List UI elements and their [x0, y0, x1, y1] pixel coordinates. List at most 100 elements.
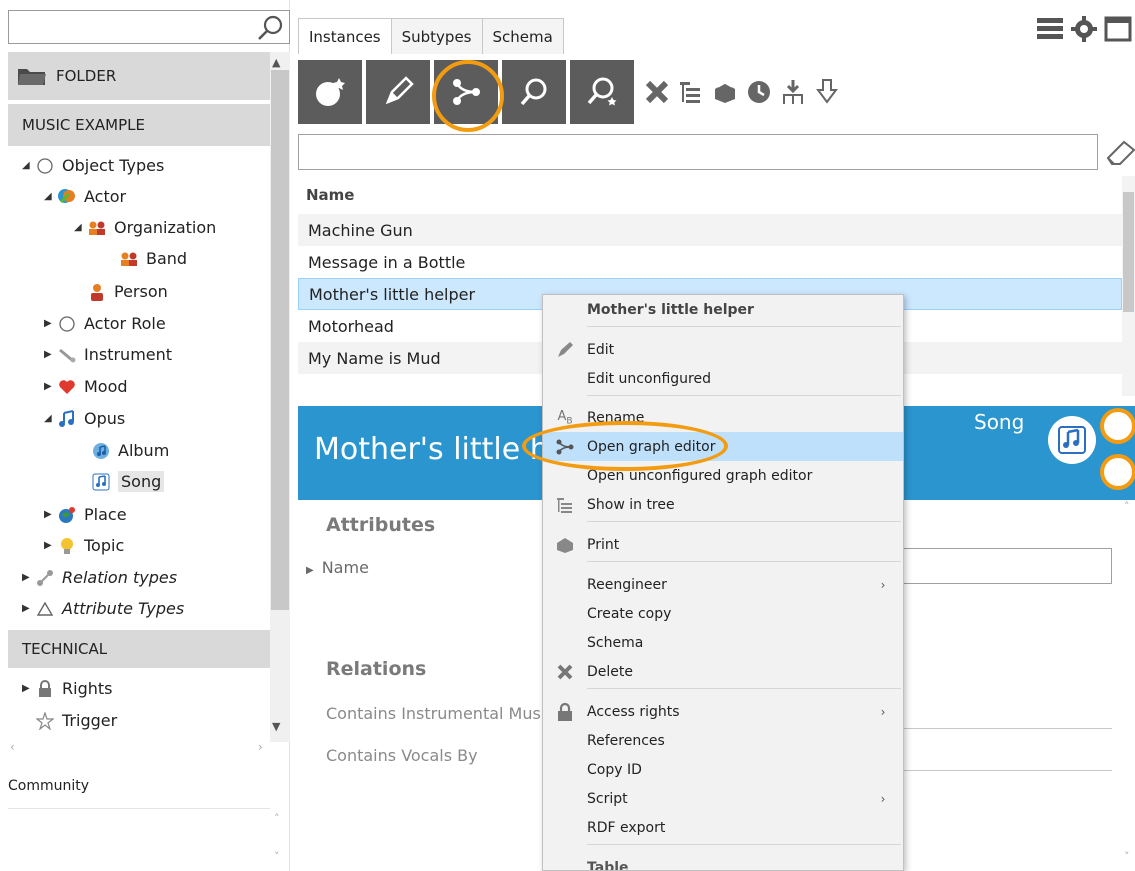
menu-item-references[interactable]: References	[543, 726, 903, 755]
search-icon[interactable]	[254, 14, 286, 42]
collapse-arrow-icon[interactable]: ▶	[22, 603, 34, 614]
tree-item-mood[interactable]: ▶ Mood	[44, 371, 128, 402]
collapse-arrow-icon[interactable]: ▶	[44, 540, 56, 551]
tree-horizontal-scrollbar[interactable]: ‹ ›	[8, 740, 270, 758]
menu-item-reengineer[interactable]: Reengineer ›	[543, 570, 903, 599]
highlight-ring-bottom[interactable]	[1100, 454, 1135, 490]
tab-instances[interactable]: Instances	[298, 18, 392, 54]
collapse-arrow-icon[interactable]: ▶	[44, 318, 56, 329]
menu-item-table[interactable]: Table	[543, 853, 903, 871]
menu-item-rdf-export[interactable]: RDF export	[543, 813, 903, 842]
scroll-up-icon[interactable]: ˄	[274, 812, 280, 825]
tree-item-trigger[interactable]: Trigger	[34, 705, 117, 736]
object-type-label: Song	[974, 410, 1025, 434]
extended-search-button[interactable]	[570, 60, 634, 124]
history-toolbar-button[interactable]	[744, 72, 774, 112]
menu-separator	[587, 521, 901, 522]
folder-section-header[interactable]: FOLDER	[8, 52, 270, 100]
expand-arrow-icon[interactable]: ◢	[44, 413, 56, 424]
tree-item-instrument[interactable]: ▶ Instrument	[44, 339, 172, 370]
collapse-arrow-icon[interactable]: ▶	[44, 509, 56, 520]
highlight-ring-top[interactable]	[1100, 408, 1135, 444]
expand-arrow-icon[interactable]: ◢	[44, 191, 56, 202]
clock-icon	[748, 81, 770, 103]
menu-item-copy-id[interactable]: Copy ID	[543, 755, 903, 784]
print-icon	[715, 82, 735, 103]
scroll-up-icon[interactable]: ˄	[1124, 500, 1130, 513]
tree-item-attribute-types[interactable]: ▶ Attribute Types	[22, 593, 184, 624]
scroll-down-icon[interactable]: ˅	[274, 850, 280, 863]
download-arrow-icon	[816, 79, 838, 104]
tree-item-actor[interactable]: ◢ Actor	[44, 181, 126, 212]
tree-item-topic[interactable]: ▶ Topic	[44, 530, 124, 561]
search-button[interactable]	[502, 60, 566, 124]
menu-item-schema[interactable]: Schema	[543, 628, 903, 657]
print-toolbar-button[interactable]	[710, 72, 740, 112]
menu-item-delete[interactable]: Delete	[543, 657, 903, 686]
eraser-icon[interactable]	[1102, 134, 1135, 170]
list-item[interactable]: Message in a Bottle	[298, 246, 1122, 278]
tree-item-song[interactable]: Song	[90, 466, 165, 497]
tree-item-album[interactable]: Album	[90, 435, 169, 466]
column-header-name[interactable]: Name	[298, 176, 1122, 214]
list-filter-input[interactable]	[298, 134, 1098, 170]
tab-schema[interactable]: Schema	[481, 18, 564, 54]
tree-item-actor-role[interactable]: ▶ Actor Role	[44, 308, 166, 339]
menu-item-edit-unconfigured[interactable]: Edit unconfigured	[543, 364, 903, 393]
collapse-arrow-icon[interactable]: ▶	[44, 381, 56, 392]
collapse-arrow-icon[interactable]: ▶	[44, 349, 56, 360]
tree-item-organization[interactable]: ◢ Organization	[74, 212, 216, 243]
scroll-left-icon[interactable]: ‹	[10, 740, 15, 754]
scroll-down-icon[interactable]: ˅	[1124, 850, 1130, 863]
export-toolbar-button[interactable]	[812, 72, 842, 112]
import-icon	[783, 80, 803, 104]
delete-toolbar-button[interactable]	[642, 72, 672, 112]
menu-item-edit[interactable]: Edit	[543, 335, 903, 364]
tree-list-icon	[680, 82, 700, 103]
relation-input-vocals[interactable]	[900, 770, 1112, 771]
menu-item-show-in-tree[interactable]: Show in tree	[543, 490, 903, 519]
name-input[interactable]	[900, 548, 1112, 584]
relation-input-instrumental[interactable]	[900, 728, 1112, 729]
music-example-section-header[interactable]: MUSIC EXAMPLE	[8, 104, 270, 146]
tab-subtypes[interactable]: Subtypes	[390, 18, 483, 54]
show-in-tree-toolbar-button[interactable]	[676, 72, 706, 112]
menu-item-create-copy[interactable]: Create copy	[543, 599, 903, 628]
submenu-arrow-icon: ›	[880, 791, 886, 806]
tree-item-relation-types[interactable]: ▶ Relation types	[22, 562, 177, 593]
import-toolbar-button[interactable]	[778, 72, 808, 112]
menu-item-script[interactable]: Script ›	[543, 784, 903, 813]
tree-search-input[interactable]	[8, 10, 290, 44]
tree-scrollbar-thumb[interactable]	[271, 70, 289, 610]
delete-x-icon	[543, 663, 587, 681]
gear-icon[interactable]	[1069, 14, 1099, 44]
scroll-down-icon[interactable]: ▼	[272, 720, 280, 733]
tree-item-rights[interactable]: ▶ Rights	[22, 673, 112, 704]
tree-item-place[interactable]: ▶ Place	[44, 499, 127, 530]
menu-item-access-rights[interactable]: Access rights ›	[543, 697, 903, 726]
tree-item-band[interactable]: Band	[118, 243, 187, 274]
name-attribute-label[interactable]: ▶ Name	[306, 558, 369, 577]
expand-arrow-icon[interactable]: ◢	[74, 222, 86, 233]
scroll-right-icon[interactable]: ›	[258, 740, 263, 754]
list-item[interactable]: Machine Gun	[298, 214, 1122, 246]
scroll-up-icon[interactable]: ▲	[272, 56, 280, 69]
window-icon[interactable]	[1103, 14, 1133, 44]
tree-item-person[interactable]: Person	[86, 276, 168, 307]
tree-item-label: Actor Role	[84, 314, 166, 333]
list-scrollbar-thumb[interactable]	[1123, 192, 1134, 312]
tree-item-object-types[interactable]: ◢ Object Types	[22, 150, 164, 181]
expand-arrow-icon[interactable]: ▶	[306, 565, 314, 576]
technical-section-header[interactable]: TECHNICAL	[8, 630, 270, 668]
menu-item-print[interactable]: Print	[543, 530, 903, 559]
tree-item-opus[interactable]: ◢ Opus	[44, 403, 125, 434]
edit-button[interactable]	[366, 60, 430, 124]
submenu-arrow-icon: ›	[880, 577, 886, 592]
relations-heading: Relations	[326, 658, 427, 680]
expand-arrow-icon[interactable]: ◢	[22, 160, 34, 171]
new-object-button[interactable]	[298, 60, 362, 124]
search-star-icon	[587, 77, 617, 106]
hamburger-menu-icon[interactable]	[1035, 14, 1065, 44]
collapse-arrow-icon[interactable]: ▶	[22, 572, 34, 583]
collapse-arrow-icon[interactable]: ▶	[22, 683, 34, 694]
